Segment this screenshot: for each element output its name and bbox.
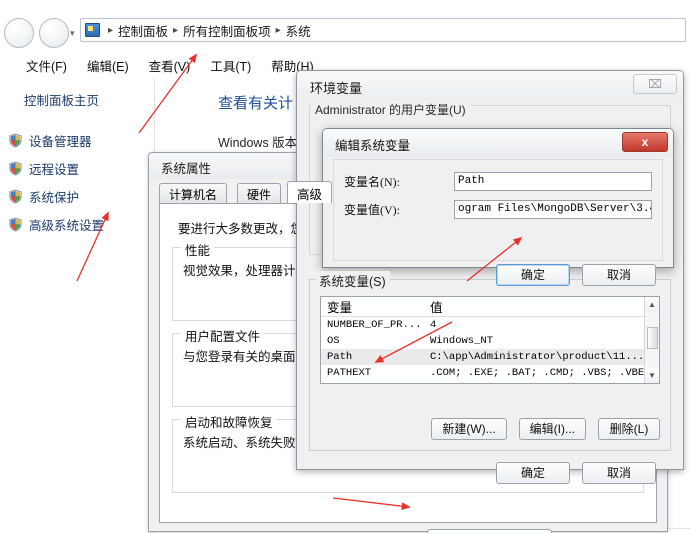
breadcrumb-separator-1: ▸ — [173, 24, 179, 36]
close-icon[interactable]: x — [622, 132, 668, 152]
variable-name: PATHEXT — [327, 367, 372, 379]
windows-edition-label: Windows 版本 — [218, 136, 298, 150]
scroll-up-icon[interactable]: ▲ — [645, 297, 659, 312]
scroll-down-icon[interactable]: ▼ — [645, 368, 659, 383]
tab-computer-name[interactable]: 计算机名 — [159, 183, 228, 203]
menu-item-edit[interactable]: 编辑(E) — [77, 54, 139, 77]
environment-variables-titlebar[interactable]: 环境变量 ⌧ — [297, 71, 683, 101]
system-variables-legend: 系统变量(S) — [315, 271, 390, 290]
sidebar-list: 设备管理器 远程设置 系统保护 高级系统设置 — [8, 126, 158, 238]
system-variables-list-header: 变量 值 — [321, 297, 659, 317]
tab-hardware[interactable]: 硬件 — [237, 183, 282, 203]
delete-variable-button[interactable]: 删除(L) — [598, 418, 660, 440]
breadcrumb-separator-2: ▸ — [275, 24, 281, 36]
table-row[interactable]: Path C:\app\Administrator\product\11... — [321, 349, 659, 365]
edit-system-variable-title-text: 编辑系统变量 — [335, 139, 411, 153]
table-row[interactable]: NUMBER_OF_PR... 4 — [321, 317, 659, 333]
system-variables-list[interactable]: 变量 值 NUMBER_OF_PR... 4 OS Windows_NT Pat… — [320, 296, 660, 384]
list-scrollbar[interactable]: ▲ ▼ — [644, 297, 659, 383]
new-variable-button[interactable]: 新建(W)... — [431, 418, 507, 440]
breadcrumb-item-all-items[interactable]: 所有控制面板项 — [183, 21, 271, 40]
scrollbar-thumb[interactable] — [647, 327, 658, 349]
user-profiles-legend: 用户配置文件 — [181, 326, 265, 345]
tab-advanced[interactable]: 高级 — [287, 181, 333, 203]
variable-value-input[interactable]: ogram Files\MongoDB\Server\3.4\bin; — [454, 200, 652, 219]
environment-variables-title-text: 环境变量 — [310, 81, 363, 96]
shield-icon — [8, 161, 23, 176]
variable-value: C:\app\Administrator\product\11... — [430, 351, 645, 363]
variable-name-label: 变量名(N): — [344, 175, 400, 189]
breadcrumb-item-system[interactable]: 系统 — [286, 21, 311, 40]
system-variables-actions: 新建(W)... 编辑(I)... 删除(L) — [320, 418, 660, 440]
sidebar-item-label: 高级系统设置 — [29, 218, 105, 233]
forward-button[interactable] — [39, 18, 70, 48]
breadcrumb-item-control-panel[interactable]: 控制面板 — [118, 21, 168, 40]
sidebar-item-remote-settings[interactable]: 远程设置 — [8, 154, 158, 182]
environment-variables-button[interactable]: 环境变量(N)... — [427, 529, 552, 533]
breadcrumb-separator-0: ▸ — [108, 24, 114, 36]
variable-name: NUMBER_OF_PR... — [327, 319, 422, 331]
startup-recovery-legend: 启动和故障恢复 — [181, 412, 277, 431]
edit-system-variable-footer: 确定 取消 — [496, 264, 656, 286]
page-title: 查看有关计 — [218, 95, 294, 112]
table-row[interactable]: PATHEXT .COM; .EXE; .BAT; .CMD; .VBS; .V… — [321, 365, 659, 381]
variable-name-input[interactable]: Path — [454, 172, 652, 191]
environment-variables-footer: 确定 取消 — [496, 462, 656, 484]
control-panel-sidebar: 控制面板主页 设备管理器 远程设置 系统保护 高级系统设置 — [0, 78, 155, 533]
menu-item-tools[interactable]: 工具(T) — [200, 54, 261, 77]
menu-item-view[interactable]: 查看(V) — [139, 54, 201, 77]
edit-system-variable-body: 变量名(N): Path 变量值(V): ogram Files\MongoDB… — [333, 159, 663, 286]
sidebar-item-home[interactable]: 控制面板主页 — [24, 90, 99, 109]
sidebar-item-device-manager[interactable]: 设备管理器 — [8, 126, 158, 154]
shield-icon — [8, 217, 23, 232]
edit-system-variable-titlebar[interactable]: 编辑系统变量 x — [323, 129, 673, 157]
column-header-value: 值 — [430, 301, 443, 315]
address-bar[interactable]: ▸ 控制面板 ▸ 所有控制面板项 ▸ 系统 — [80, 18, 686, 42]
close-icon[interactable]: ⌧ — [633, 74, 677, 94]
sidebar-item-label: 系统保护 — [29, 190, 80, 205]
explorer-toolbar: ▾ ▸ 控制面板 ▸ 所有控制面板项 ▸ 系统 — [0, 0, 690, 52]
column-header-variable: 变量 — [327, 301, 353, 315]
variable-name: OS — [327, 335, 340, 347]
user-variables-legend: Administrator 的用户变量(U) — [311, 101, 470, 118]
sidebar-item-advanced-system-settings[interactable]: 高级系统设置 — [8, 210, 158, 238]
navigation-buttons — [4, 18, 70, 48]
edit-system-variable-dialog: 编辑系统变量 x 变量名(N): Path 变量值(V): ogram File… — [322, 128, 674, 286]
control-panel-icon — [85, 23, 100, 37]
variable-value: Windows_NT — [430, 335, 494, 347]
menu-item-file[interactable]: 文件(F) — [16, 54, 77, 77]
variable-value: 4 — [430, 319, 437, 331]
edit-variable-button[interactable]: 编辑(I)... — [518, 418, 586, 440]
back-button[interactable] — [4, 18, 34, 48]
variable-value-label: 变量值(V): — [344, 203, 400, 217]
chevron-down-icon[interactable]: ▾ — [70, 28, 75, 39]
table-row[interactable]: OS Windows_NT — [321, 333, 659, 349]
variable-value-row: 变量值(V): ogram Files\MongoDB\Server\3.4\b… — [344, 200, 652, 219]
variable-name-row: 变量名(N): Path — [344, 172, 652, 191]
cancel-button[interactable]: 取消 — [582, 264, 656, 286]
ok-button[interactable]: 确定 — [496, 264, 570, 286]
performance-legend: 性能 — [181, 240, 215, 259]
sidebar-item-label: 设备管理器 — [29, 134, 92, 149]
sidebar-item-system-protection[interactable]: 系统保护 — [8, 182, 158, 210]
ok-button[interactable]: 确定 — [496, 462, 570, 484]
variable-value: .COM; .EXE; .BAT; .CMD; .VBS; .VBE; — [430, 367, 651, 379]
cancel-button[interactable]: 取消 — [582, 462, 656, 484]
shield-icon — [8, 133, 23, 148]
variable-name: Path — [327, 351, 353, 363]
screen: ▾ ▸ 控制面板 ▸ 所有控制面板项 ▸ 系统 文件(F) 编辑(E) 查看(V… — [0, 0, 690, 533]
shield-icon — [8, 189, 23, 204]
system-variables-group: 变量 值 NUMBER_OF_PR... 4 OS Windows_NT Pat… — [309, 279, 671, 484]
sidebar-item-label: 远程设置 — [29, 162, 80, 177]
